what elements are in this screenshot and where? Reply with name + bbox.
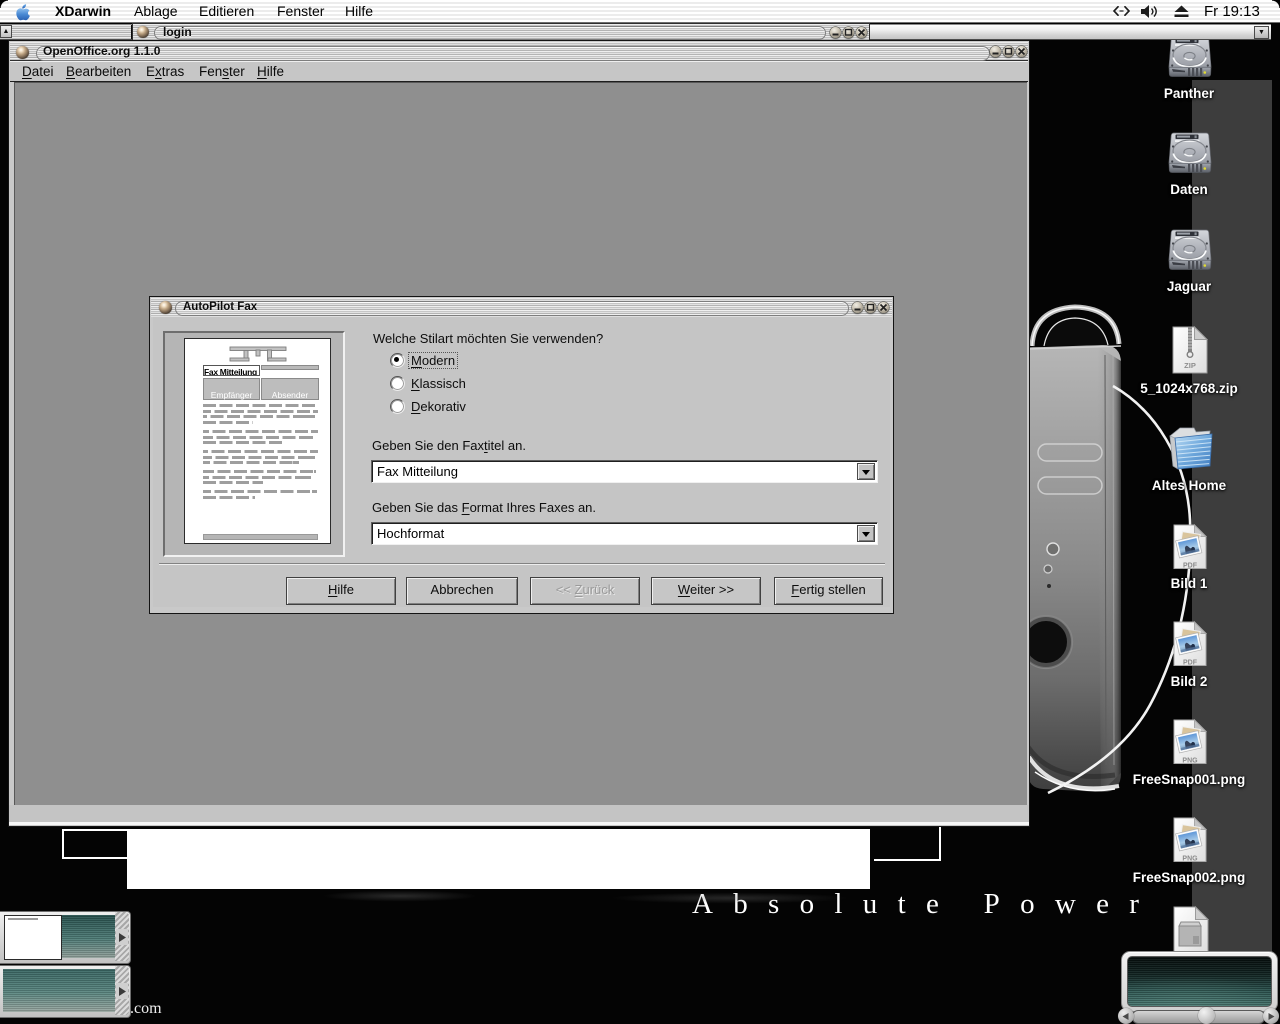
svg-text:PDF: PDF [1183,660,1198,667]
svg-text:PNG: PNG [1182,856,1198,863]
svg-text:PNG: PNG [1182,758,1198,765]
svg-text:ZIP: ZIP [1184,361,1196,370]
svg-text:PDF: PDF [1183,563,1198,570]
